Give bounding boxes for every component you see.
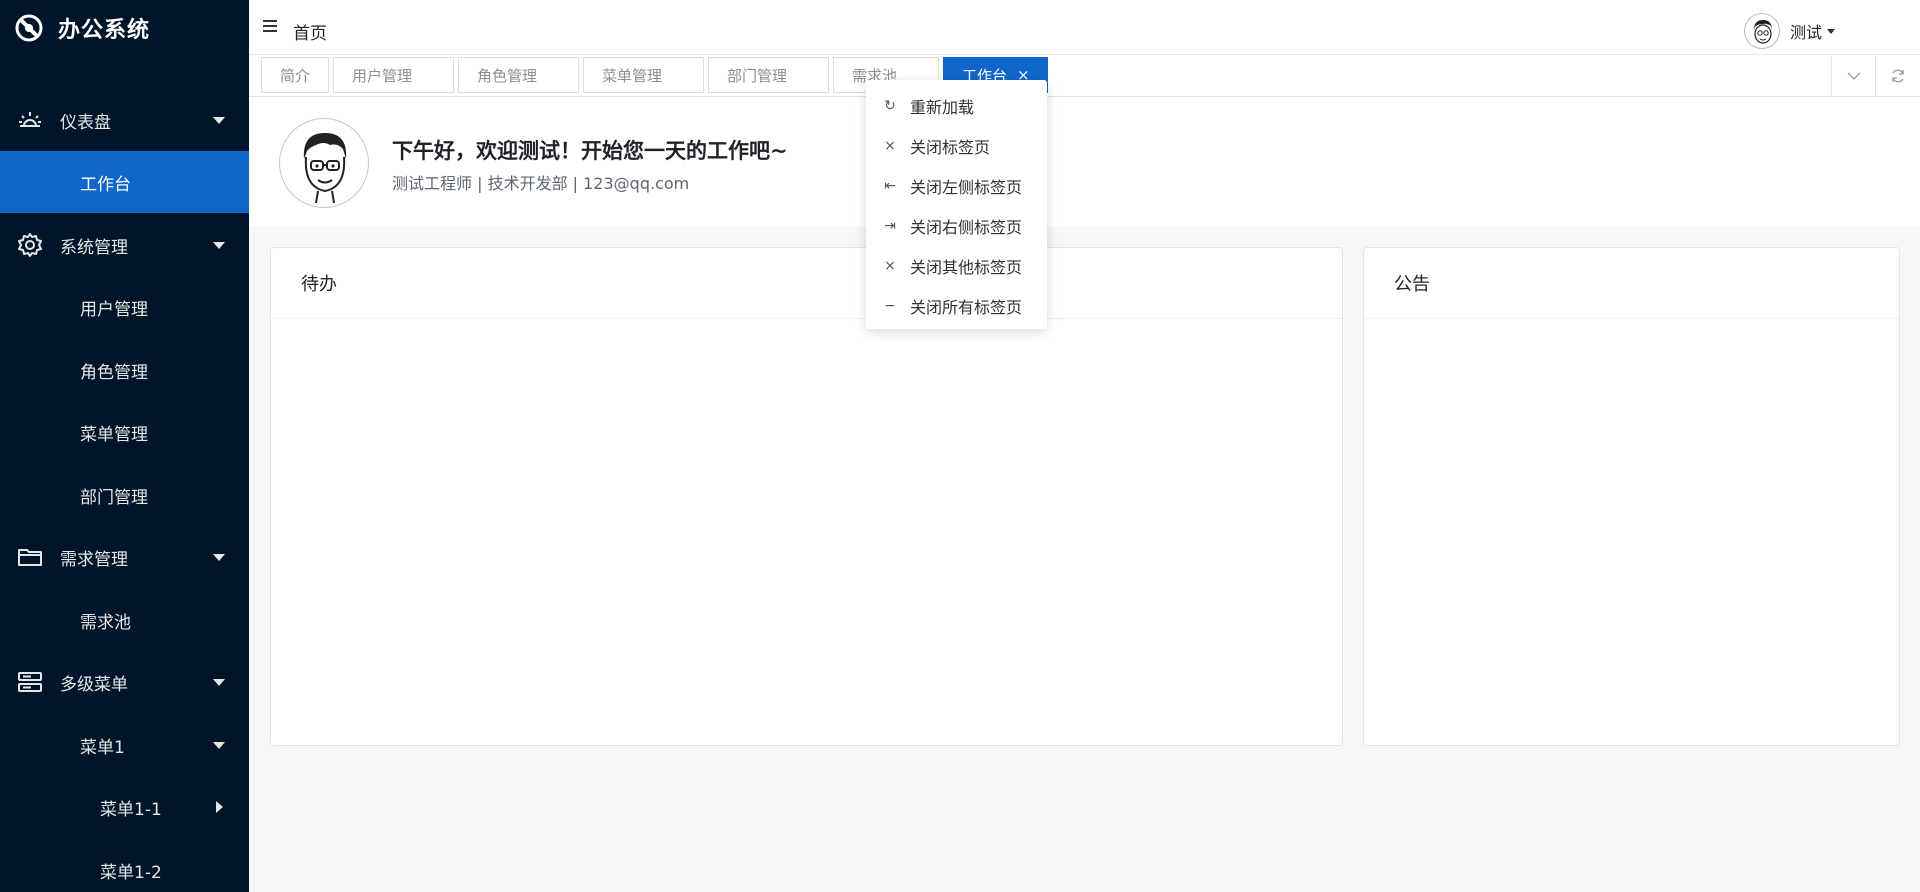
sidebar-item-roles[interactable]: 角色管理: [0, 339, 249, 401]
tab-label: 菜单管理: [602, 66, 663, 85]
chevron-down-icon: [213, 679, 225, 686]
notice-card: 公告: [1363, 247, 1900, 746]
welcome-panel: 下午好，欢迎测试！开始您一天的工作吧~ 测试工程师 | 技术开发部 | 123@…: [249, 97, 1920, 227]
sidebar-item-workbench[interactable]: 工作台: [0, 151, 249, 213]
chevron-down-icon: [213, 742, 225, 749]
menu-item-reload[interactable]: ↻ 重新加载: [866, 86, 1047, 126]
menu-item-label: 关闭标签页: [910, 138, 991, 157]
menu-item-label: 关闭其他标签页: [910, 258, 1023, 277]
sidebar-item-label: 菜单1-1: [100, 799, 162, 820]
menu-item-label: 关闭左侧标签页: [910, 178, 1023, 197]
tab-menus[interactable]: 菜单管理: [583, 57, 704, 93]
sidebar-item-label: 菜单管理: [80, 424, 148, 445]
sidebar-item-menu1-1[interactable]: 菜单1-1: [0, 776, 249, 838]
chevron-down-icon: [1847, 72, 1861, 80]
chevron-right-icon: [216, 801, 223, 813]
top-header: 首页 测试: [249, 0, 1920, 55]
menu-item-close-other[interactable]: × 关闭其他标签页: [866, 246, 1047, 286]
sidebar-item-menu1-2[interactable]: 菜单1-2: [0, 839, 249, 892]
sidebar-item-dashboard[interactable]: 仪表盘: [0, 89, 249, 151]
greeting-title: 下午好，欢迎测试！开始您一天的工作吧~: [392, 139, 788, 163]
gear-icon: [18, 233, 42, 257]
refresh-icon: [1892, 69, 1904, 82]
menu-item-label: 重新加载: [910, 98, 975, 117]
sidebar-item-label: 菜单1: [80, 737, 125, 758]
sidebar-item-label: 仪表盘: [60, 112, 111, 133]
logo-icon: [15, 14, 43, 42]
close-left-icon: ⇤: [884, 178, 896, 194]
folder-icon: [18, 549, 42, 566]
tab-roles[interactable]: 角色管理: [458, 57, 579, 93]
user-info: 测试工程师 | 技术开发部 | 123@qq.com: [392, 174, 690, 193]
sidebar-item-menus[interactable]: 菜单管理: [0, 401, 249, 463]
menu-item-close-right[interactable]: ⇥ 关闭右侧标签页: [866, 206, 1047, 246]
sidebar-item-label: 部门管理: [80, 487, 148, 508]
tab-label: 简介: [280, 66, 311, 85]
sidebar-item-menu1[interactable]: 菜单1: [0, 714, 249, 776]
menu-item-close-tab[interactable]: × 关闭标签页: [866, 126, 1047, 166]
sidebar-item-multilevel[interactable]: 多级菜单: [0, 651, 249, 713]
chevron-down-icon: [213, 554, 225, 561]
sidebar-item-requirement-pool[interactable]: 需求池: [0, 589, 249, 651]
avatar[interactable]: [1743, 13, 1780, 49]
tabs-bar: 简介 用户管理 角色管理 菜单管理 部门管理 需求池 工作台 ×: [249, 55, 1920, 97]
menu-item-close-all[interactable]: − 关闭所有标签页: [866, 286, 1047, 326]
sidebar-item-label: 多级菜单: [60, 674, 128, 695]
tab-departments[interactable]: 部门管理: [708, 57, 829, 93]
todo-card: 待办: [270, 247, 1343, 746]
close-other-icon: ×: [884, 258, 896, 274]
tab-label: 部门管理: [727, 66, 788, 85]
breadcrumb[interactable]: 首页: [293, 19, 327, 44]
avatar-face-icon: [1753, 20, 1772, 44]
close-right-icon: ⇥: [884, 218, 896, 234]
close-icon: ×: [884, 138, 896, 154]
tab-users[interactable]: 用户管理: [333, 57, 454, 93]
avatar-face-icon: [303, 133, 347, 204]
sidebar-item-label: 工作台: [80, 174, 131, 195]
sidebar-item-label: 角色管理: [80, 362, 148, 383]
dashboard-icon: [19, 112, 41, 127]
reload-icon: ↻: [884, 98, 896, 114]
tab-label: 用户管理: [352, 66, 413, 85]
sidebar: 办公系统 仪表盘 工作台 系统管理 用户管理 角色管理 菜单管理 部门管理 需求…: [0, 0, 249, 892]
chevron-down-icon: [213, 117, 225, 124]
menu-item-label: 关闭所有标签页: [910, 298, 1023, 317]
user-menu[interactable]: 测试: [1743, 13, 1835, 49]
sidebar-item-system[interactable]: 系统管理: [0, 214, 249, 276]
sidebar-item-departments[interactable]: 部门管理: [0, 464, 249, 526]
todo-card-title: 待办: [271, 248, 1342, 319]
sidebar-item-label: 需求管理: [60, 549, 128, 570]
app-title: 办公系统: [58, 18, 151, 43]
app-logo[interactable]: 办公系统: [0, 0, 249, 56]
menu-item-label: 关闭右侧标签页: [910, 218, 1023, 237]
menu-item-close-left[interactable]: ⇤ 关闭左侧标签页: [866, 166, 1047, 206]
sidebar-item-label: 用户管理: [80, 299, 148, 320]
sidebar-item-users[interactable]: 用户管理: [0, 276, 249, 338]
tab-label: 角色管理: [477, 66, 538, 85]
sidebar-item-label: 需求池: [80, 612, 131, 633]
sidebar-item-requirements[interactable]: 需求管理: [0, 526, 249, 588]
avatar: [279, 118, 369, 208]
server-icon: [18, 672, 42, 692]
caret-down-icon[interactable]: [1827, 28, 1835, 34]
chevron-down-icon: [213, 242, 225, 249]
menu-toggle-icon[interactable]: [263, 20, 277, 32]
tabs-dropdown-button[interactable]: [1831, 55, 1876, 96]
notice-card-title: 公告: [1364, 248, 1899, 319]
tab-intro[interactable]: 简介: [261, 57, 329, 93]
sidebar-item-label: 系统管理: [60, 237, 128, 258]
close-all-icon: −: [884, 298, 896, 314]
user-name[interactable]: 测试: [1790, 19, 1822, 43]
tabs-refresh-button[interactable]: [1875, 55, 1920, 96]
sidebar-item-label: 菜单1-2: [100, 862, 162, 883]
tab-context-menu: ↻ 重新加载 × 关闭标签页 ⇤ 关闭左侧标签页 ⇥ 关闭右侧标签页 × 关闭其…: [866, 80, 1047, 329]
